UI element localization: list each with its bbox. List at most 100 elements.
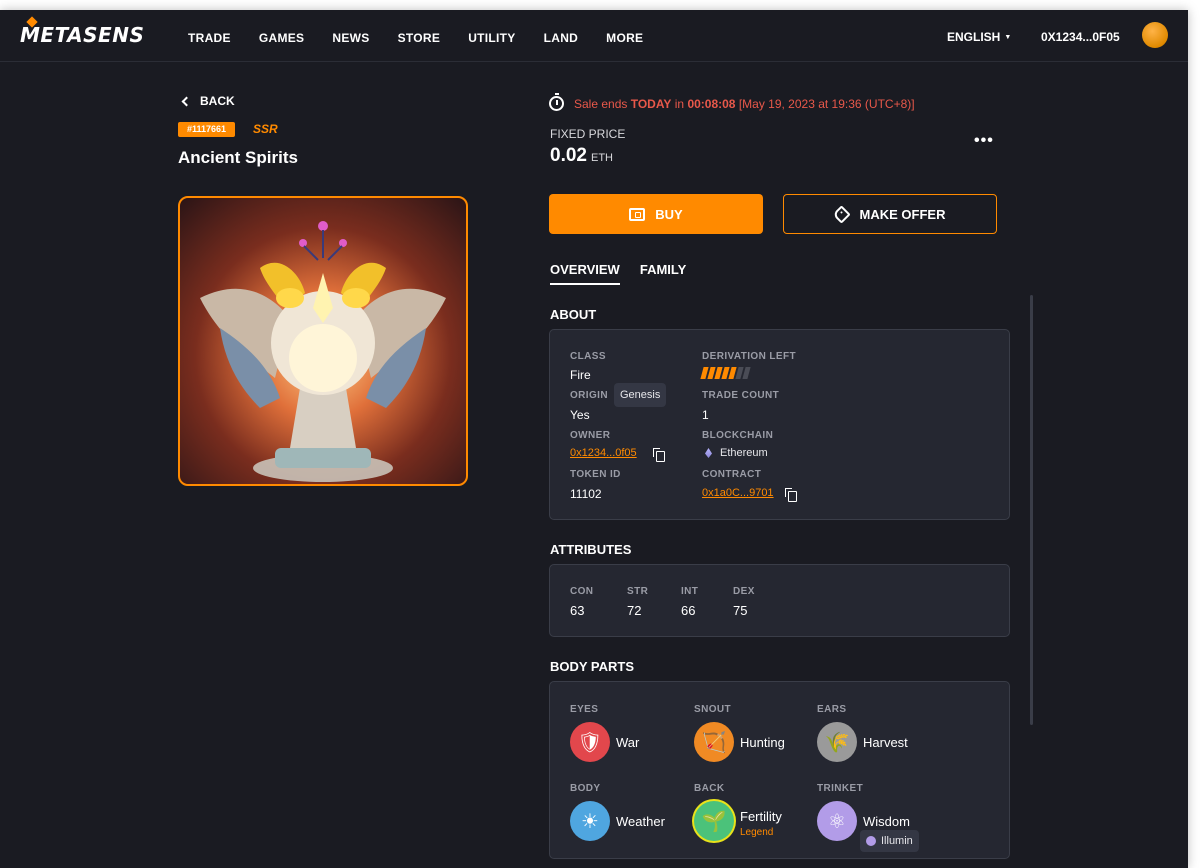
nav-news[interactable]: NEWS <box>332 31 369 45</box>
attributes-panel: CON 63 STR 72 INT 66 DEX 75 <box>549 564 1010 637</box>
avatar[interactable] <box>1142 22 1168 48</box>
caret-down-icon: ▼ <box>1004 33 1012 41</box>
sun-icon: ☀ <box>570 801 610 841</box>
item-artwork <box>178 196 468 486</box>
shield-icon: 🛡 <box>570 722 610 762</box>
sale-in: in <box>674 96 685 111</box>
price-unit: ETH <box>590 152 613 164</box>
part-snout: 🏹 Hunting <box>694 722 785 762</box>
more-options-icon[interactable]: ••• <box>974 132 994 150</box>
illumin-chip: Illumin <box>860 830 919 852</box>
top-nav-bar: METASENS TRADE GAMES NEWS STORE UTILITY … <box>0 10 1188 62</box>
attributes-title: ATTRIBUTES <box>550 542 632 557</box>
part-label-ears: EARS <box>817 704 847 715</box>
part-label-body: BODY <box>570 783 601 794</box>
nav-trade[interactable]: TRADE <box>188 31 231 45</box>
nav-utility[interactable]: UTILITY <box>468 31 515 45</box>
make-offer-label: MAKE OFFER <box>859 206 946 222</box>
token-id-badge: #1117661 <box>178 122 236 137</box>
attr-label: INT <box>681 586 699 597</box>
detail-tabs: OVERVIEW FAMILY <box>550 262 706 285</box>
part-body: ☀ Weather <box>570 801 665 841</box>
atom-icon: ⚛ <box>817 801 857 841</box>
contract-label: CONTRACT <box>702 469 762 480</box>
app-window: METASENS TRADE GAMES NEWS STORE UTILITY … <box>0 10 1188 868</box>
language-label: ENGLISH <box>947 30 1001 44</box>
illumin-chip-label: Illumin <box>881 835 913 847</box>
gem-icon <box>866 836 876 846</box>
nav-more[interactable]: MORE <box>606 31 643 45</box>
about-panel: CLASS Fire ORIGIN Genesis Yes OWNER 0x12… <box>549 329 1010 520</box>
chevron-left-icon <box>181 96 192 106</box>
owner-label: OWNER <box>570 430 611 441</box>
derivation-segment <box>742 367 751 379</box>
class-label: CLASS <box>570 351 606 362</box>
part-name: Harvest <box>863 734 908 750</box>
part-label-back: BACK <box>694 783 725 794</box>
buy-label: BUY <box>655 206 683 222</box>
part-name: War <box>616 734 640 750</box>
attr-value: 63 <box>570 603 585 618</box>
part-label-snout: SNOUT <box>694 704 731 715</box>
token-id-value: 11102 <box>570 487 602 501</box>
nav-store[interactable]: STORE <box>398 31 441 45</box>
item-title: Ancient Spirits <box>178 148 298 167</box>
attr-label: DEX <box>733 586 755 597</box>
trade-count-value: 1 <box>702 408 709 422</box>
origin-label: ORIGIN <box>570 390 608 401</box>
main-nav: TRADE GAMES NEWS STORE UTILITY LAND MORE <box>188 31 671 45</box>
part-label-eyes: EYES <box>570 704 599 715</box>
copy-contract-icon[interactable] <box>785 488 797 502</box>
nav-land[interactable]: LAND <box>544 31 579 45</box>
part-name: Weather <box>616 813 665 829</box>
origin-chip: Genesis <box>614 383 667 407</box>
stopwatch-icon <box>549 93 564 111</box>
make-offer-button[interactable]: MAKE OFFER <box>783 194 997 234</box>
wallet-address[interactable]: 0X1234...0F05 <box>1041 30 1120 44</box>
wallet-icon <box>629 207 646 221</box>
language-selector[interactable]: ENGLISH ▼ <box>947 30 1011 44</box>
derivation-label: DERIVATION LEFT <box>702 351 796 362</box>
scrollbar[interactable] <box>1030 295 1033 725</box>
token-id-label: TOKEN ID <box>570 469 621 480</box>
ethereum-icon <box>705 448 712 458</box>
sale-countdown-value: 00:08:08 <box>687 96 736 111</box>
sale-countdown: Sale ends TODAY in 00:08:08 [May 19, 202… <box>549 93 915 111</box>
spirit-artwork-icon <box>200 221 446 482</box>
back-label: BACK <box>200 94 235 108</box>
buy-button[interactable]: BUY <box>549 194 763 234</box>
sale-prefix: Sale ends <box>574 96 628 111</box>
back-button[interactable]: BACK <box>180 94 235 108</box>
contract-link[interactable]: 0x1a0C...9701 <box>702 487 774 499</box>
body-parts-title: BODY PARTS <box>550 659 635 674</box>
rarity-badge: SSR <box>253 122 278 136</box>
nav-games[interactable]: GAMES <box>259 31 305 45</box>
blockchain-label: BLOCKCHAIN <box>702 430 774 441</box>
about-title: ABOUT <box>550 307 597 322</box>
sale-today: TODAY <box>630 96 672 111</box>
legend-sub-label: Legend <box>740 827 774 838</box>
sprout-icon: 🌱 <box>694 801 734 841</box>
derivation-meter <box>700 367 751 379</box>
part-name: Fertility <box>740 808 782 824</box>
blockchain-name: Ethereum <box>720 447 768 459</box>
attr-value: 75 <box>733 603 748 618</box>
attr-value: 72 <box>627 603 642 618</box>
part-name: Wisdom <box>863 813 910 829</box>
price-value: 0.02 <box>550 145 587 166</box>
body-parts-panel: EYES 🛡 War SNOUT 🏹 Hunting EARS 🌾 Harves… <box>549 681 1010 859</box>
sale-deadline: [May 19, 2023 at 19:36 (UTC+8)] <box>738 96 915 111</box>
attr-label: STR <box>627 586 649 597</box>
tab-family[interactable]: FAMILY <box>640 262 686 285</box>
copy-owner-icon[interactable] <box>653 448 665 462</box>
blockchain-value: Ethereum <box>705 447 768 459</box>
origin-value: Yes <box>570 408 590 422</box>
owner-link[interactable]: 0x1234...0f05 <box>570 447 637 459</box>
part-name: Hunting <box>740 734 785 750</box>
price-label: FIXED PRICE <box>550 127 626 141</box>
attr-value: 66 <box>681 603 696 618</box>
wheat-icon: 🌾 <box>817 722 857 762</box>
brand-logo[interactable]: METASENS <box>20 23 144 47</box>
tab-overview[interactable]: OVERVIEW <box>550 262 620 285</box>
trade-count-label: TRADE COUNT <box>702 390 780 401</box>
